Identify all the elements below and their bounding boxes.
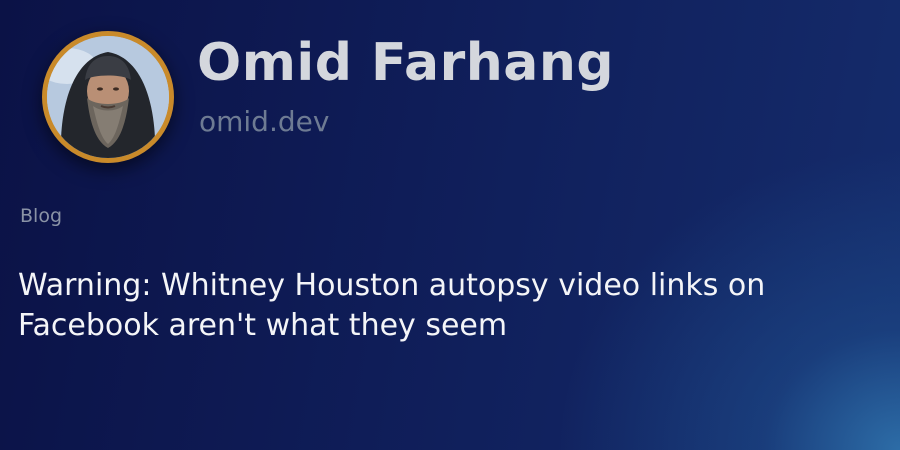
og-card: Omid Farhang omid.dev Blog Warning: Whit… bbox=[0, 0, 900, 450]
avatar bbox=[42, 31, 174, 163]
author-name: Omid Farhang bbox=[197, 33, 615, 93]
post-title: Warning: Whitney Houston autopsy video l… bbox=[18, 268, 766, 343]
section-label: Blog bbox=[20, 205, 62, 227]
avatar-image bbox=[47, 36, 169, 158]
site-domain: omid.dev bbox=[199, 105, 330, 138]
